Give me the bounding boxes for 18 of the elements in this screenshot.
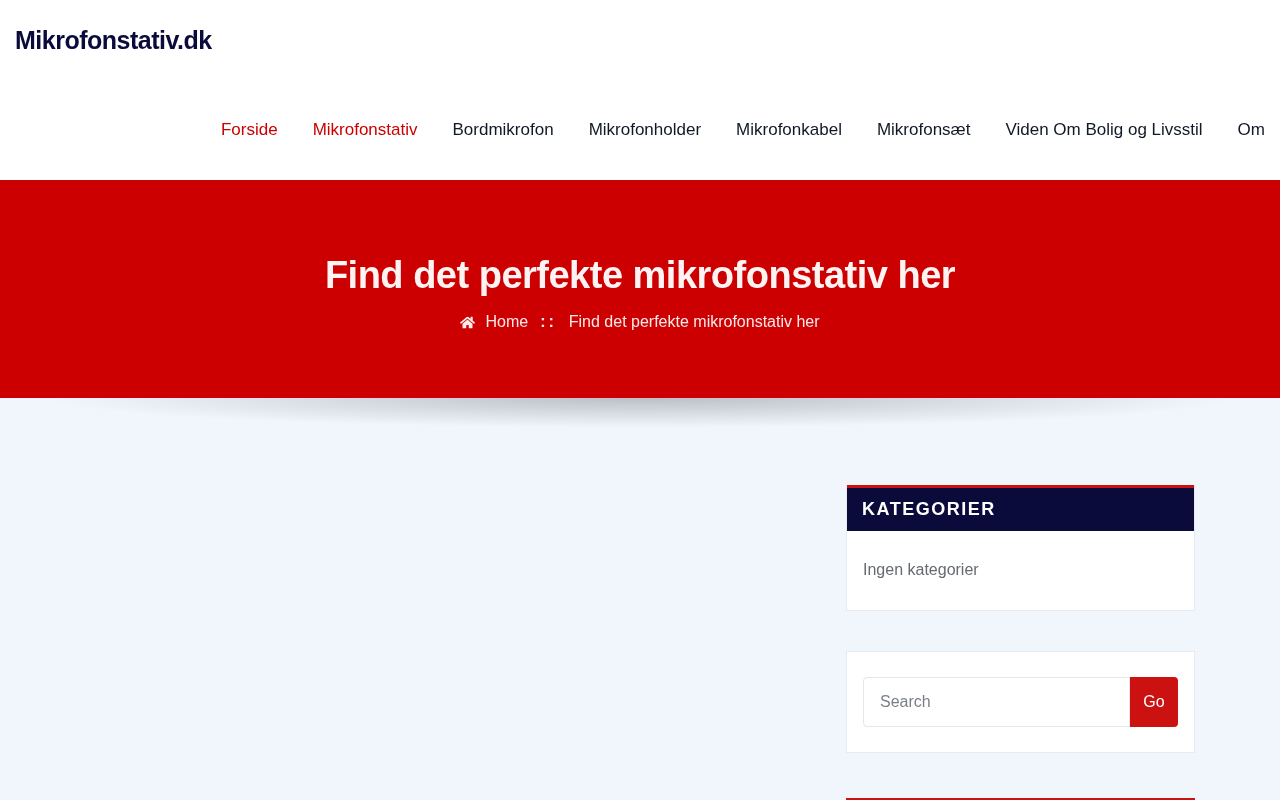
site-logo[interactable]: Mikrofonstativ.dk	[15, 26, 212, 54]
nav-link[interactable]: Mikrofonsæt	[876, 116, 971, 142]
nav-link[interactable]: Om	[1237, 116, 1265, 142]
nav-link[interactable]: Bordmikrofon	[452, 116, 554, 142]
widget-title: KATEGORIER	[862, 498, 996, 521]
nav-link[interactable]: Mikrofonstativ	[312, 116, 418, 142]
breadcrumb-current: Find det perfekte mikrofonstativ her	[568, 312, 820, 332]
page-title: Find det perfekte mikrofonstativ her	[324, 253, 956, 298]
search-field[interactable]: Search	[863, 677, 1130, 727]
breadcrumb-link[interactable]: Home	[485, 310, 529, 334]
home-icon	[460, 314, 476, 330]
nav-link[interactable]: Forside	[220, 116, 278, 142]
nav-link[interactable]: Mikrofonkabel	[736, 116, 842, 142]
breadcrumb-separator: ::	[540, 312, 557, 332]
nav-link[interactable]: Viden Om Bolig og Livsstil	[1005, 116, 1203, 142]
empty-categories-text: Ingen kategorier	[863, 560, 980, 580]
nav-link[interactable]: Mikrofonholder	[588, 116, 702, 142]
search-button[interactable]: Go	[1130, 677, 1178, 727]
